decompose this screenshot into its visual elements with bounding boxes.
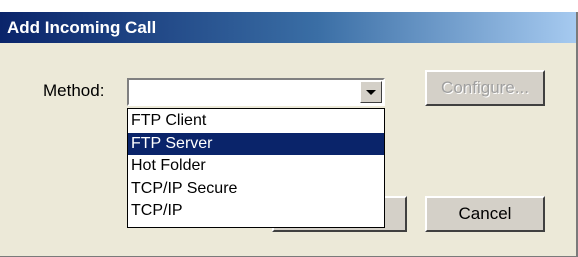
method-dropdown-list[interactable]: FTP Client FTP Server Hot Folder TCP/IP … <box>127 108 385 228</box>
method-option-tcpip[interactable]: TCP/IP <box>128 200 384 223</box>
configure-button[interactable]: Configure... <box>425 70 545 106</box>
cancel-button-label: Cancel <box>458 204 512 223</box>
chevron-down-icon <box>366 90 376 95</box>
dialog-title: Add Incoming Call <box>7 18 157 37</box>
method-option-hot-folder[interactable]: Hot Folder <box>128 155 384 178</box>
dialog-titlebar[interactable]: Add Incoming Call <box>0 12 576 43</box>
method-option-ftp-server[interactable]: FTP Server <box>128 132 384 155</box>
method-label: Method: <box>43 81 105 100</box>
method-option-ftp-client[interactable]: FTP Client <box>128 110 384 133</box>
add-incoming-call-dialog: Add Incoming Call Method: Configure... C… <box>0 12 578 257</box>
background-window-strip <box>0 0 578 12</box>
cancel-button[interactable]: Cancel <box>425 196 545 232</box>
method-dropdown-button[interactable] <box>360 81 382 103</box>
configure-button-label: Configure... <box>441 78 529 97</box>
method-combobox[interactable] <box>127 78 385 106</box>
method-option-tcpip-secure[interactable]: TCP/IP Secure <box>128 178 384 201</box>
